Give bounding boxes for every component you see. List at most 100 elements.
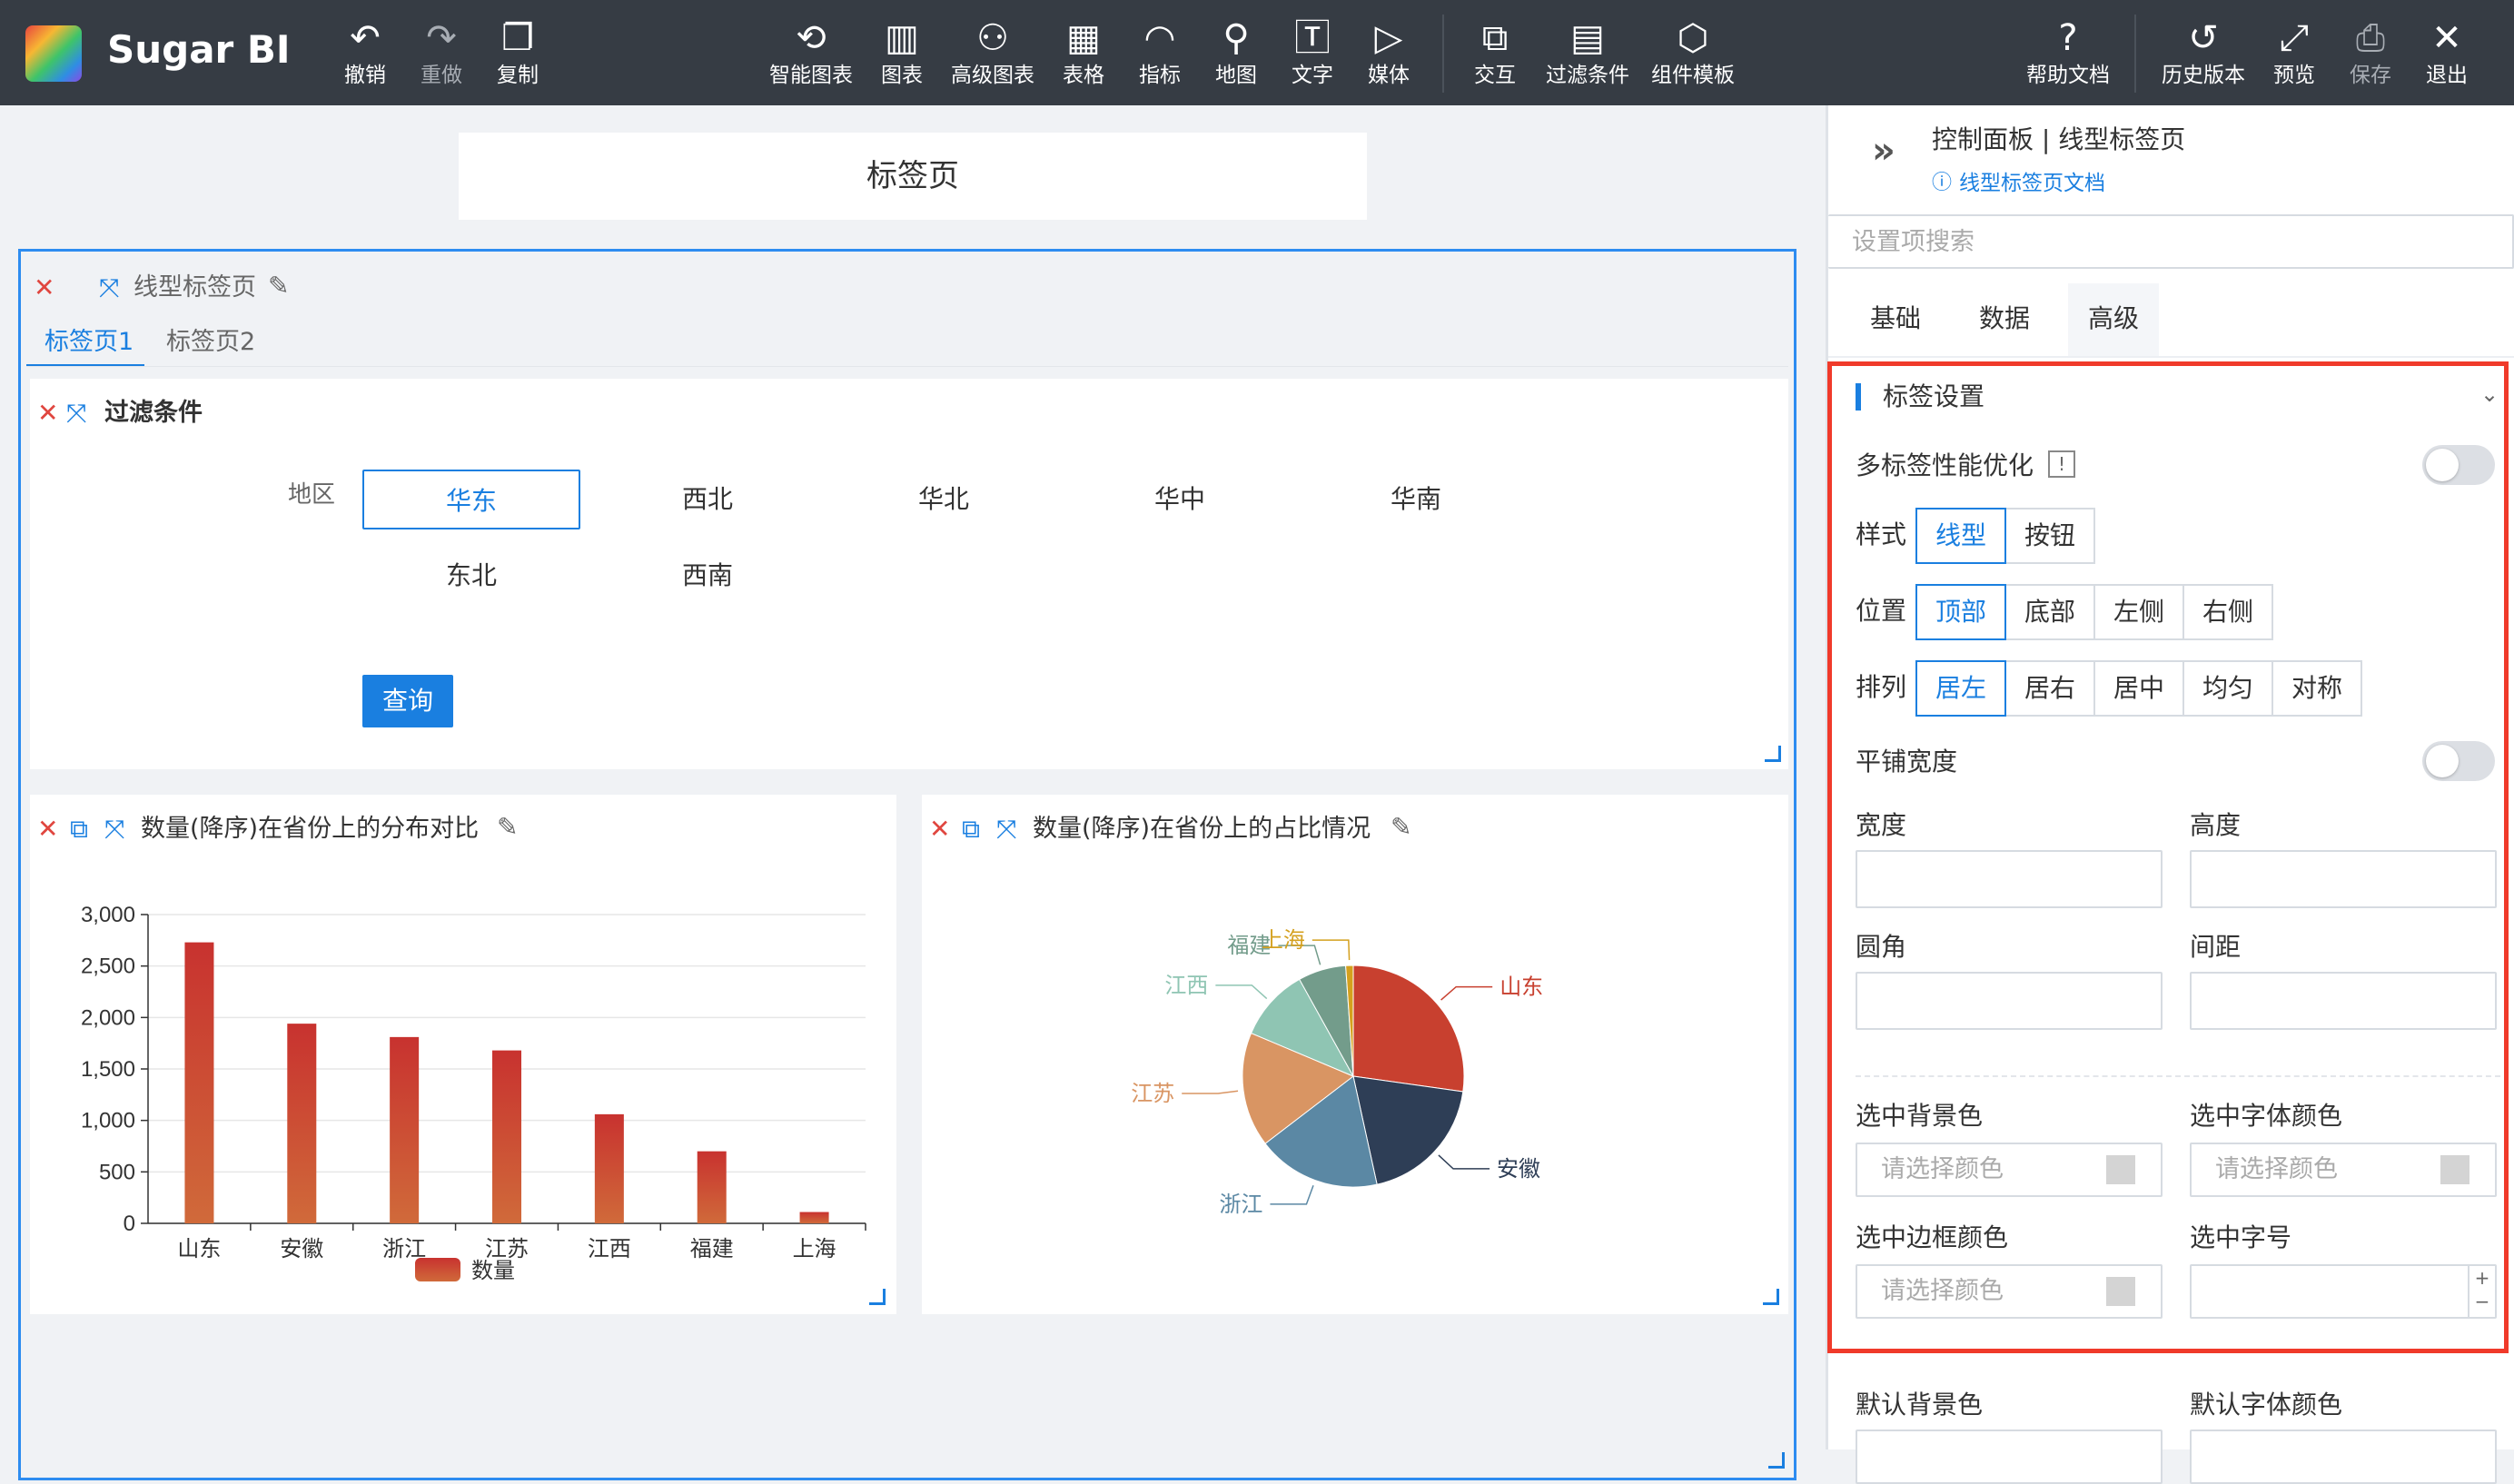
color-swatch [2440,1155,2469,1184]
duplicate-icon[interactable]: ⧉ [962,816,980,842]
delete-icon[interactable]: ✕ [37,401,58,426]
style-button-option[interactable]: 按钮 [2004,508,2095,564]
bar-chart-card[interactable]: ✕ ⧉ ⤧ 数量(降序)在省份上的分布对比 ✎ 0 500 1,000 1,500 2,… [30,795,896,1314]
bar[interactable] [594,1113,624,1223]
filter-option-huazhong[interactable]: 华中 [1071,470,1289,529]
info-icon[interactable]: ! [2048,450,2075,478]
help-circle-icon[interactable]: ⓘ [1932,171,1952,196]
section-title[interactable]: 标签设置 [1883,381,1984,412]
pie-chart: 山东安徽浙江江苏江西福建上海 [1131,927,1543,1217]
resize-handle[interactable] [1768,1452,1785,1469]
pie-leader-line [1438,1154,1490,1170]
align-symmetric-option[interactable]: 对称 [2272,660,2362,717]
fullscreen-icon[interactable]: ⤧ [99,275,119,301]
media-button[interactable]: ▷ 媒体 [1343,16,1434,94]
tile-width-toggle[interactable] [2422,741,2495,781]
tab-2[interactable]: 标签页2 [166,324,255,361]
tab-basic[interactable]: 基础 [1870,303,1921,334]
component-template-button[interactable]: ⬡ 组件模板 [1646,16,1740,94]
edit-pencil-icon[interactable]: ✎ [1391,815,1411,840]
exit-button[interactable]: ✕ 退出 [2401,16,2492,94]
advanced-chart-button[interactable]: ⚇ 高级图表 [947,16,1038,94]
align-even-option[interactable]: 均匀 [2182,660,2273,717]
bar[interactable] [697,1151,727,1223]
resize-handle[interactable] [1765,746,1781,762]
chart-button[interactable]: ▥ 图表 [856,16,947,94]
x-tick-label: 上海 [793,1236,836,1261]
position-top-option[interactable]: 顶部 [1915,584,2006,640]
chevron-down-icon[interactable]: ⌄ [2480,381,2499,407]
align-left-option[interactable]: 居左 [1915,660,2006,717]
tab-component[interactable]: ✕ ⤧ 线型标签页 ✎ 标签页1 标签页2 ✕ ⤧ 过滤条件 地区 华东 西北 … [18,249,1796,1480]
pie-label: 江苏 [1131,1081,1174,1106]
pie-chart-card[interactable]: ✕ ⧉ ⤧ 数量(降序)在省份上的占比情况 ✎ 山东 安徽 浙江 江苏 江西 福建 上海 [922,795,1788,1314]
panel-header-title: 控制面板 | 线型标签页 [1932,124,2186,154]
bar[interactable] [492,1050,521,1223]
align-center-option[interactable]: 居中 [2093,660,2184,717]
bar[interactable] [287,1024,317,1223]
delete-icon[interactable]: ✕ [34,275,54,301]
tab-advanced[interactable]: 高级 [2088,303,2139,334]
edit-pencil-icon[interactable]: ✎ [268,273,289,299]
default-bg-color-picker[interactable] [1856,1430,2163,1484]
history-button[interactable]: ↺ 历史版本 [2156,16,2251,94]
pie-leader-line [1270,1184,1314,1205]
settings-search-input[interactable]: 设置项搜索 [1828,214,2514,269]
help-docs-button[interactable]: ? 帮助文档 [2021,16,2115,94]
collapse-panel-icon[interactable]: » [1872,133,1895,169]
width-input[interactable] [1856,850,2163,908]
tab-data[interactable]: 数据 [1979,303,2030,334]
bar[interactable] [390,1036,420,1223]
pie-leader-line [1440,985,1493,1001]
edit-pencil-icon[interactable]: ✎ [497,815,518,840]
delete-icon[interactable]: ✕ [37,816,58,842]
y-tick-label: 3,000 [81,903,135,927]
multi-tab-opt-toggle[interactable] [2422,445,2495,485]
bar[interactable] [799,1212,829,1223]
interaction-button[interactable]: ⧉ 交互 [1450,16,1540,94]
resize-handle[interactable] [869,1289,886,1305]
radius-input[interactable] [1856,972,2163,1030]
tab-1[interactable]: 标签页1 [45,324,134,361]
position-bottom-option[interactable]: 底部 [2004,584,2095,640]
filter-option-xibei[interactable]: 西北 [599,470,817,529]
height-input[interactable] [2190,850,2497,908]
fullscreen-icon[interactable]: ⤧ [104,816,124,842]
pie-slice[interactable] [1352,965,1465,1093]
bar[interactable] [184,942,214,1223]
font-size-stepper[interactable]: + − [2468,1266,2495,1317]
filter-icon: ▤ [1570,17,1605,59]
dashboard-canvas: 标签页 ✕ ⤧ 线型标签页 ✎ 标签页1 标签页2 ✕ ⤧ 过滤条件 地区 华东… [0,105,1826,1480]
copy-button[interactable]: ❐ 复制 [472,16,563,94]
position-left-option[interactable]: 左侧 [2093,584,2184,640]
fullscreen-icon[interactable]: ⤧ [996,816,1016,842]
filter-option-huadong[interactable]: 华东 [362,470,580,529]
query-button[interactable]: 查询 [362,675,453,727]
page-title[interactable]: 标签页 [459,133,1367,220]
align-right-option[interactable]: 居右 [2004,660,2095,717]
default-font-color-picker[interactable] [2190,1430,2497,1484]
interaction-icon: ⧉ [1481,17,1509,59]
docs-link[interactable]: 线型标签页文档 [1959,171,2105,196]
y-tick-label: 1,500 [81,1057,135,1082]
filter-card-title: 过滤条件 [104,399,203,427]
filter-option-xinan[interactable]: 西南 [599,546,817,606]
smart-chart-button[interactable]: ⟲ 智能图表 [766,16,856,94]
filter-option-huanan[interactable]: 华南 [1307,470,1525,529]
legend-swatch[interactable] [415,1258,460,1281]
spacing-input[interactable] [2190,972,2497,1030]
legend-label[interactable]: 数量 [471,1258,515,1283]
cube-icon: ⬡ [1677,17,1709,59]
filter-button[interactable]: ▤ 过滤条件 [1540,16,1635,94]
filter-option-huabei[interactable]: 华北 [835,470,1053,529]
position-right-option[interactable]: 右侧 [2182,584,2273,640]
selected-font-size-input[interactable] [2190,1264,2497,1319]
filter-card[interactable]: ✕ ⤧ 过滤条件 地区 华东 西北 华北 华中 华南 东北 西南 查询 [30,379,1788,769]
duplicate-icon[interactable]: ⧉ [70,816,88,842]
fullscreen-icon[interactable]: ⤧ [66,401,86,426]
toolbar-divider [1442,15,1444,93]
delete-icon[interactable]: ✕ [929,816,950,842]
filter-option-dongbei[interactable]: 东北 [362,546,580,606]
style-line-option[interactable]: 线型 [1915,508,2006,564]
resize-handle[interactable] [1763,1289,1779,1305]
